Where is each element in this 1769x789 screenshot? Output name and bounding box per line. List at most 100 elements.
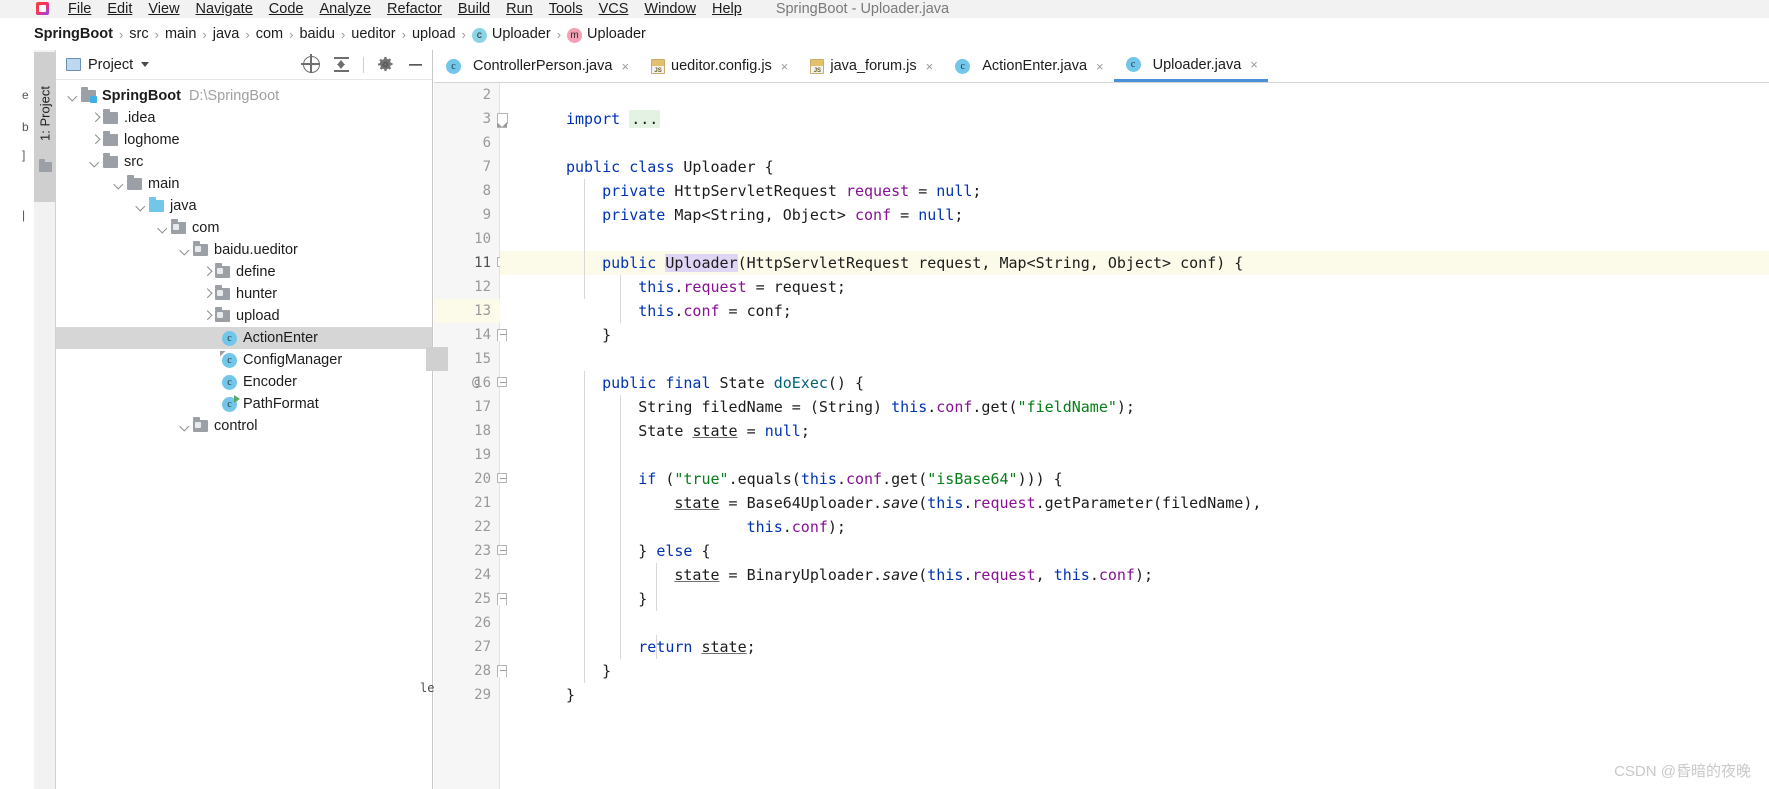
menu-help[interactable]: Help [704, 0, 750, 18]
gear-icon[interactable] [377, 56, 394, 73]
code-line-18: State state = null; [566, 422, 810, 440]
collapse-all-icon[interactable] [333, 56, 350, 73]
menu-edit[interactable]: Edit [99, 0, 140, 18]
folder-icon [103, 109, 118, 124]
menu-view[interactable]: View [140, 0, 187, 18]
chevron-down-icon[interactable] [88, 156, 101, 169]
chevron-right-icon[interactable] [200, 310, 213, 323]
menu-window[interactable]: Window [636, 0, 704, 18]
chevron-down-icon[interactable] [141, 62, 150, 67]
line-number: 10 [474, 231, 491, 247]
editor-tab-ueditor-config[interactable]: ueditor.config.js × [639, 50, 798, 82]
tree-item-encoder[interactable]: c Encoder [56, 371, 432, 393]
editor-tab-controllerperson[interactable]: c ControllerPerson.java × [434, 50, 639, 82]
tree-item-label: PathFormat [243, 396, 319, 412]
package-folder-icon [193, 241, 208, 256]
chevron-right-icon[interactable] [200, 266, 213, 279]
tree-item-baidu-ueditor[interactable]: baidu.ueditor [56, 239, 432, 261]
breadcrumb-item-src[interactable]: src [129, 26, 148, 42]
code-text-area[interactable]: import ... public class Uploader { priva… [500, 83, 1769, 789]
gutter-annotation-marker[interactable]: @ [472, 371, 480, 395]
chevron-down-icon[interactable] [156, 222, 169, 235]
close-icon[interactable]: × [926, 59, 934, 74]
tree-item-springboot[interactable]: SpringBoot D:\SpringBoot [56, 85, 432, 107]
package-folder-icon [193, 417, 208, 432]
tree-item-com[interactable]: com [56, 217, 432, 239]
tree-item-src[interactable]: src [56, 151, 432, 173]
folder-icon [127, 175, 142, 190]
locate-icon[interactable] [301, 54, 320, 73]
menu-tools[interactable]: Tools [541, 0, 591, 18]
menu-file[interactable]: File [60, 0, 99, 18]
menu-file-label: File [68, 1, 92, 17]
tree-item-define[interactable]: define [56, 261, 432, 283]
menu-build[interactable]: Build [450, 0, 498, 18]
close-icon[interactable]: × [621, 59, 629, 74]
minimize-icon[interactable] [407, 56, 424, 73]
editor-tab-java-forum[interactable]: java_forum.js × [798, 50, 943, 82]
menu-run[interactable]: Run [498, 0, 541, 18]
tool-window-button-project[interactable]: 1: Project [34, 52, 56, 202]
chevron-down-icon[interactable] [112, 178, 125, 191]
editor-tab-actionenter[interactable]: c ActionEnter.java × [943, 50, 1113, 82]
menu-code[interactable]: Code [261, 0, 312, 18]
menu-refactor[interactable]: Refactor [379, 0, 450, 18]
menu-vcs-label: VCS [598, 1, 629, 17]
editor-tab-uploader[interactable]: c Uploader.java × [1113, 50, 1268, 82]
chevron-right-icon[interactable] [88, 134, 101, 147]
chevron-right-icon[interactable] [88, 112, 101, 125]
line-number: 2 [482, 87, 491, 103]
line-number-current: 11 [474, 255, 491, 271]
chevron-down-icon[interactable] [178, 244, 191, 257]
project-tool-window: Project SpringBoot D:\SpringBoot .idea l… [56, 50, 433, 789]
tree-item-hunter[interactable]: hunter [56, 283, 432, 305]
breadcrumb-item-main[interactable]: main [165, 26, 196, 42]
chevron-down-icon[interactable] [66, 90, 79, 103]
breadcrumb-item-com[interactable]: com [256, 26, 283, 42]
breadcrumb-item-ueditor[interactable]: ueditor [351, 26, 395, 42]
fold-placeholder[interactable]: ... [629, 110, 661, 128]
tree-item-label: Encoder [243, 374, 298, 390]
tree-item-actionenter[interactable]: c ActionEnter [56, 327, 432, 349]
code-editor[interactable]: 2 3 6 7 8 9 10 11 12 13 14 15 16 17 18 1… [426, 83, 1769, 789]
tree-item-main[interactable]: main [56, 173, 432, 195]
close-icon[interactable]: × [781, 59, 789, 74]
breadcrumb-separator: › [340, 26, 346, 42]
chevron-down-icon[interactable] [134, 200, 147, 213]
line-number: 12 [474, 279, 491, 295]
editor-gutter[interactable]: 2 3 6 7 8 9 10 11 12 13 14 15 16 17 18 1… [426, 83, 508, 789]
editor-tab-label: Uploader.java [1152, 56, 1242, 73]
breadcrumb-separator: › [154, 26, 159, 42]
breadcrumb-item-upload[interactable]: upload [412, 26, 456, 42]
menu-refactor-label: Refactor [387, 1, 442, 17]
chevron-right-icon[interactable] [200, 288, 213, 301]
breadcrumb-item-java[interactable]: java [213, 26, 240, 42]
menu-navigate[interactable]: Navigate [188, 0, 261, 18]
tree-item-idea[interactable]: .idea [56, 107, 432, 129]
java-class-icon: c [222, 374, 237, 390]
code-line-27: return state; [638, 638, 756, 656]
chevron-down-icon[interactable] [178, 420, 191, 433]
breadcrumb-item-springboot[interactable]: SpringBoot [34, 26, 113, 42]
line-number: 14 [474, 327, 491, 343]
breadcrumb-item-uploader-class[interactable]: Uploader [492, 26, 551, 42]
java-class-icon: c [1125, 57, 1141, 72]
java-class-icon: c [471, 27, 487, 43]
tree-item-configmanager[interactable]: c ConfigManager [56, 349, 432, 371]
tree-item-java[interactable]: java [56, 195, 432, 217]
tree-item-label: main [148, 176, 180, 192]
tree-item-control[interactable]: control [56, 415, 432, 437]
tree-item-pathformat[interactable]: c PathFormat [56, 393, 432, 415]
tree-item-loghome[interactable]: loghome [56, 129, 432, 151]
editor-tab-label: ueditor.config.js [671, 58, 772, 74]
tree-item-upload[interactable]: upload [56, 305, 432, 327]
menu-analyze-label: Analyze [319, 1, 372, 17]
line-number: 26 [474, 615, 491, 631]
menu-analyze[interactable]: Analyze [311, 0, 379, 18]
menu-vcs[interactable]: VCS [591, 0, 637, 18]
close-icon[interactable]: × [1096, 59, 1104, 74]
close-icon[interactable]: × [1250, 57, 1258, 72]
breadcrumb-item-uploader-method[interactable]: Uploader [587, 26, 646, 42]
code-line-22: this.conf); [746, 518, 846, 536]
breadcrumb-item-baidu[interactable]: baidu [299, 26, 334, 42]
